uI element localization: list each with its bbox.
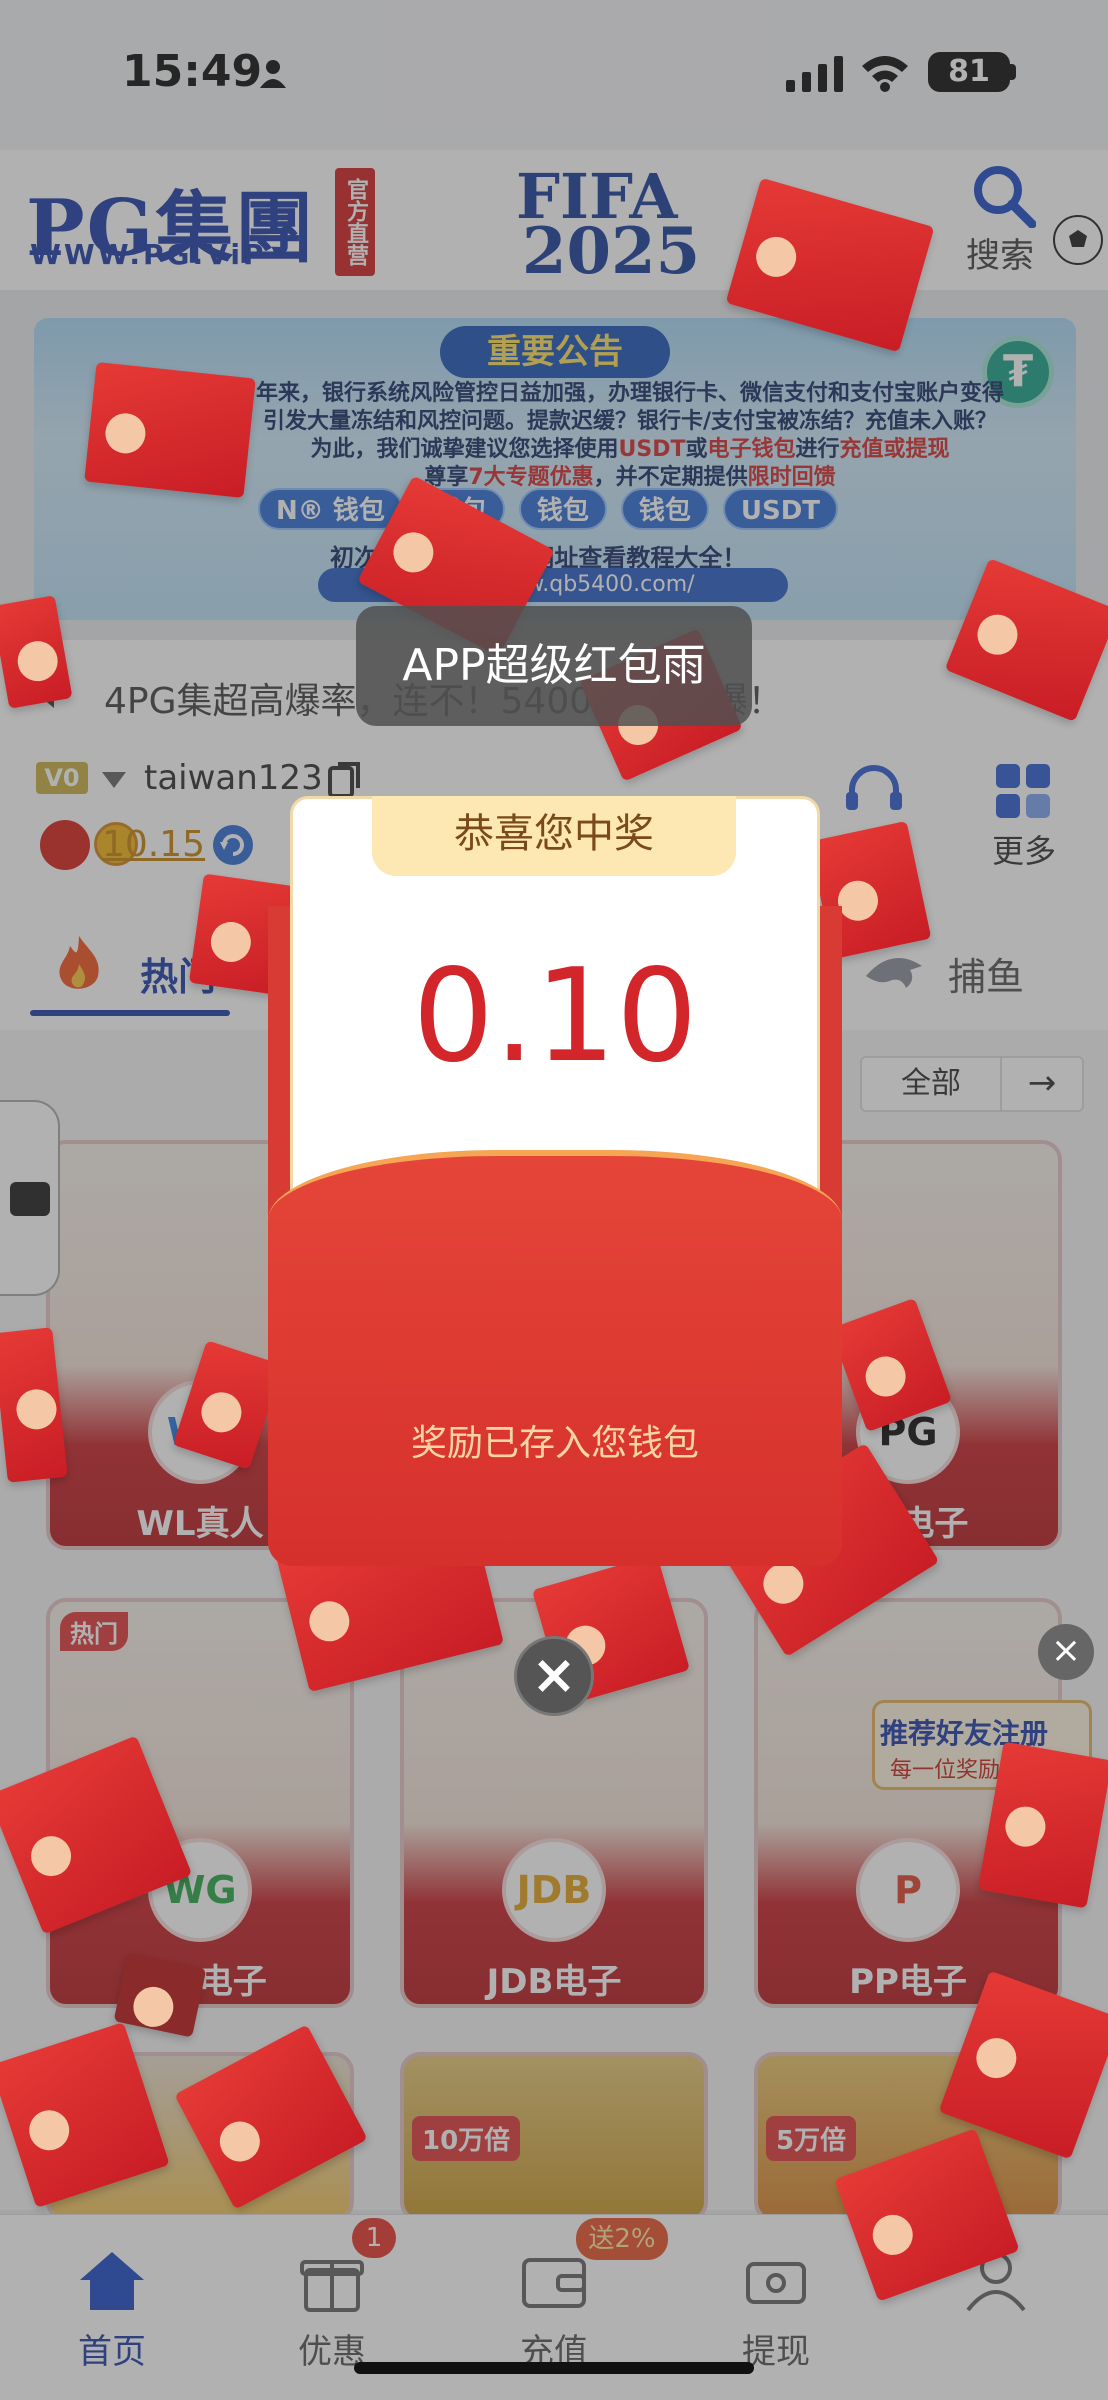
prize-message: 奖励已存入您钱包: [410, 1423, 699, 1464]
prize-ribbon: 恭喜您中奖: [372, 796, 736, 876]
red-envelope[interactable]: [84, 361, 256, 499]
prize-envelope-front: [268, 1150, 842, 1566]
red-packet-rain-toast: APP超级红包雨: [356, 606, 752, 726]
prize-amount: 0.10: [412, 942, 698, 1091]
home-indicator: [354, 2362, 754, 2374]
close-icon[interactable]: ×: [514, 1636, 594, 1716]
ad-close-icon[interactable]: ×: [1038, 1624, 1094, 1680]
